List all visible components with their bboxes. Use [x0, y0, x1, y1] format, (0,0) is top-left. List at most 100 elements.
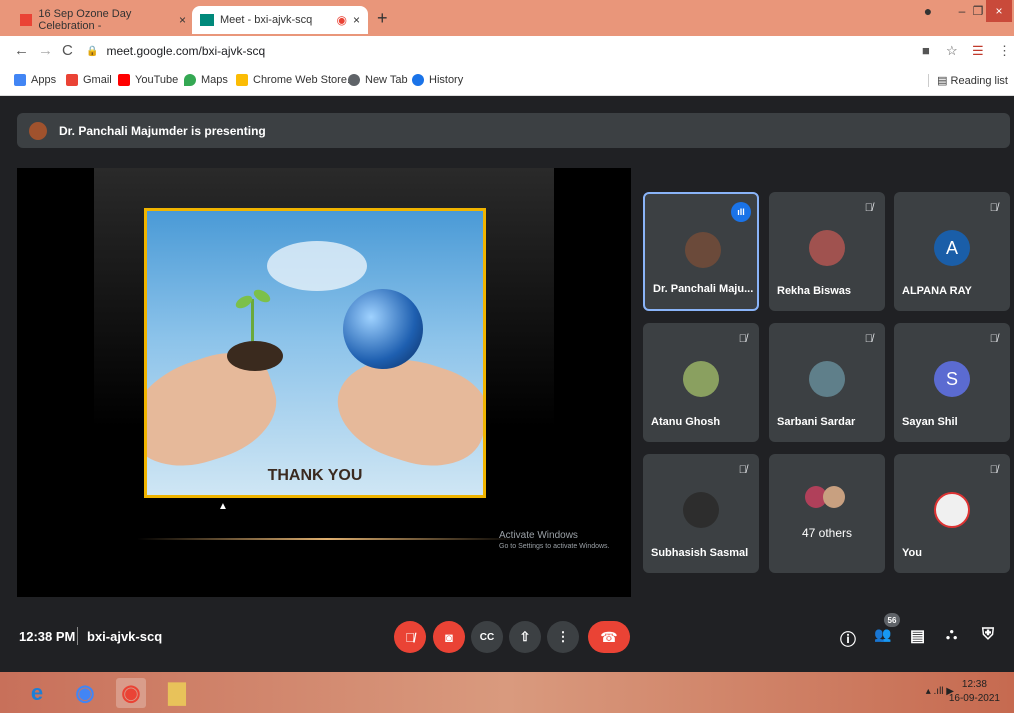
- file-explorer-icon[interactable]: ▇: [162, 678, 192, 708]
- participant-tile[interactable]: 🎙̸ A ALPANA RAY: [894, 192, 1010, 311]
- end-call-button[interactable]: ☎: [588, 621, 630, 653]
- participant-name: Sayan Shil: [902, 416, 958, 428]
- participant-name: Dr. Panchali Maju...: [653, 283, 754, 295]
- menu-icon[interactable]: ⋮: [998, 43, 1011, 59]
- captions-icon: CC: [479, 631, 495, 643]
- tab-gmail[interactable]: 16 Sep Ozone Day Celebration - ×: [12, 6, 194, 34]
- participant-tile[interactable]: 🎙̸ Atanu Ghosh: [643, 323, 759, 442]
- avatar: [683, 492, 719, 528]
- camera-toggle-button[interactable]: ◙: [433, 621, 465, 653]
- participant-name: You: [902, 547, 922, 559]
- mic-off-icon: 🎙̸: [738, 464, 747, 476]
- chat-icon[interactable]: ▤: [910, 626, 925, 646]
- meeting-time: 12:38 PM: [19, 629, 76, 644]
- gmail-icon: [20, 14, 33, 26]
- mouse-cursor: ▲: [218, 501, 228, 512]
- host-controls-icon[interactable]: ⛨: [982, 626, 994, 644]
- reading-list-button[interactable]: ▤ Reading list: [928, 74, 1008, 87]
- presentation-stage: THANK YOU Activate Windows Go to Setting…: [17, 168, 631, 597]
- participant-name: ALPANA RAY: [902, 285, 972, 297]
- mic-off-icon: 🎙̸: [864, 333, 873, 345]
- reload-button[interactable]: C: [62, 42, 73, 59]
- participant-tile[interactable]: 🎙̸ Rekha Biswas: [769, 192, 885, 311]
- mic-off-icon: 🎙̸: [989, 464, 998, 476]
- meeting-code: bxi-ajvk-scq: [87, 629, 163, 644]
- mic-off-icon: 🎙̸: [989, 202, 998, 214]
- avatar: A: [934, 230, 970, 266]
- new-tab-button[interactable]: +: [377, 8, 388, 29]
- taskbar-clock[interactable]: 12:38 16-09-2021: [949, 678, 1000, 706]
- bookmark-gmail[interactable]: Gmail: [66, 74, 112, 86]
- apps-icon: [14, 74, 26, 86]
- people-count-badge: 56: [884, 613, 900, 627]
- others-count: 47 others: [801, 526, 853, 540]
- bookmark-history[interactable]: History: [412, 74, 463, 86]
- participant-tile[interactable]: 🎙̸ S Sayan Shil: [894, 323, 1010, 442]
- mic-off-icon: 🎙̸: [864, 202, 873, 214]
- tab-meet[interactable]: Meet - bxi-ajvk-scq ◉ ×: [192, 6, 368, 34]
- activities-icon[interactable]: ⛬: [946, 626, 957, 644]
- avatar: [934, 492, 970, 528]
- info-icon[interactable]: ⓘ: [840, 626, 856, 650]
- history-icon: [412, 74, 424, 86]
- participant-tile[interactable]: 🎙̸ Sarbani Sardar: [769, 323, 885, 442]
- mic-toggle-button[interactable]: 🎙̸: [394, 621, 426, 653]
- plant-stem: [251, 299, 254, 343]
- participant-tile[interactable]: 🎙̸ Subhasish Sasmal: [643, 454, 759, 573]
- globe-icon: [348, 74, 360, 86]
- presenting-banner: Dr. Panchali Majumder is presenting: [17, 113, 1010, 148]
- presentation-slide: THANK YOU: [144, 208, 486, 498]
- star-icon[interactable]: ☆: [946, 43, 958, 59]
- mic-off-icon: 🎙̸: [405, 629, 415, 645]
- floor-glow: [137, 538, 517, 540]
- bookmark-chrome-web-store[interactable]: Chrome Web Store...: [236, 74, 356, 86]
- maps-icon: [184, 74, 196, 86]
- url-field[interactable]: 🔒 meet.google.com/bxi-ajvk-scq: [86, 40, 906, 62]
- close-window-button[interactable]: ×: [986, 0, 1012, 22]
- chrome-icon[interactable]: ◉: [116, 678, 146, 708]
- camera-icon[interactable]: ■: [922, 43, 930, 58]
- mic-off-icon: 🎙̸: [738, 333, 747, 345]
- bookmark-apps[interactable]: Apps: [14, 74, 56, 86]
- speaking-indicator-icon: ıll: [731, 202, 751, 222]
- extension-icon[interactable]: ☰: [972, 43, 984, 59]
- cloud-image: [267, 241, 367, 291]
- avatar: S: [934, 361, 970, 397]
- others-tile[interactable]: 47 others: [769, 454, 885, 573]
- profile-icon[interactable]: ●: [920, 0, 936, 22]
- bookmark-new-tab[interactable]: New Tab: [348, 74, 408, 86]
- participant-tile-self[interactable]: 🎙̸ You: [894, 454, 1010, 573]
- present-button[interactable]: ⇧: [509, 621, 541, 653]
- presenting-text: Dr. Panchali Majumder is presenting: [59, 123, 266, 138]
- chrome-icon[interactable]: ◉: [70, 678, 100, 708]
- web-store-icon: [236, 74, 248, 86]
- mic-off-icon: 🎙̸: [989, 333, 998, 345]
- leaf-image: [251, 287, 273, 305]
- ie-icon[interactable]: e: [22, 678, 52, 708]
- control-bar: 12:38 PM bxi-ajvk-scq 🎙̸ ◙ CC ⇧ ⋮ ☎ ⓘ 56…: [0, 597, 1014, 672]
- earth-image: [343, 289, 423, 369]
- more-options-button[interactable]: ⋮: [547, 621, 579, 653]
- bookmark-youtube[interactable]: YouTube: [118, 74, 178, 86]
- restore-button[interactable]: ❐: [968, 0, 988, 22]
- gmail-icon: [66, 74, 78, 86]
- meet-icon: [200, 14, 214, 26]
- windows-taskbar: e ◉ ◉ ▇ ▴ .ıll ▶ 12:38 16-09-2021: [0, 672, 1014, 713]
- phone-hangup-icon: ☎: [600, 628, 618, 645]
- recording-icon: ◉: [336, 13, 347, 27]
- tab-close-button[interactable]: ×: [179, 13, 186, 27]
- captions-button[interactable]: CC: [471, 621, 503, 653]
- bookmarks-bar: Apps Gmail YouTube Maps Chrome Web Store…: [0, 66, 1014, 96]
- tab-close-button[interactable]: ×: [353, 13, 360, 27]
- activate-windows-watermark: Activate Windows Go to Settings to activ…: [499, 530, 610, 550]
- reading-list-icon: ▤: [937, 75, 951, 87]
- tab-title: 16 Sep Ozone Day Celebration -: [38, 8, 132, 32]
- forward-button[interactable]: →: [38, 42, 53, 59]
- bookmark-maps[interactable]: Maps: [184, 74, 228, 86]
- participant-tile[interactable]: ıll Dr. Panchali Maju...: [643, 192, 759, 311]
- divider: [77, 627, 78, 645]
- present-icon: ⇧: [519, 629, 531, 644]
- back-button[interactable]: ←: [14, 42, 29, 59]
- tab-title: Meet - bxi-ajvk-scq: [220, 14, 313, 26]
- people-icon[interactable]: 👥: [874, 626, 891, 643]
